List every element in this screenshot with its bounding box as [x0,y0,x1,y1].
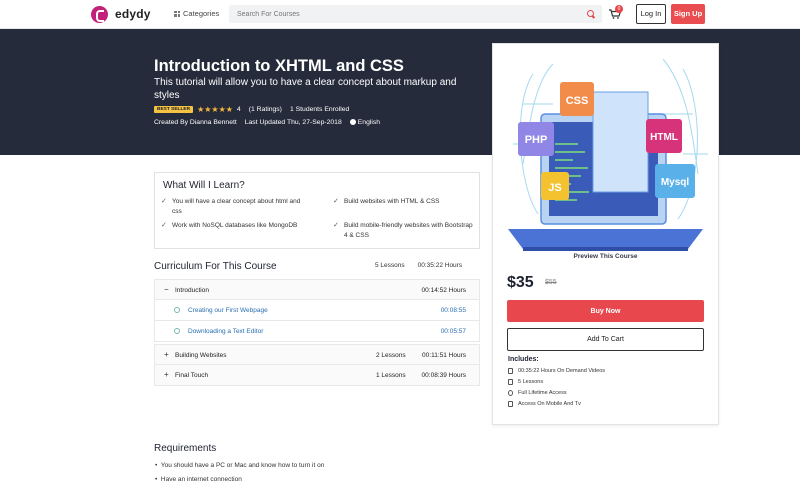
lecture-circle-icon [174,328,180,334]
css-tag: CSS [566,95,589,107]
section-name: Final Touch [175,372,209,379]
section-name: Building Websites [175,352,227,359]
section-lessons: 1 Lessons [376,372,406,379]
collapse-icon[interactable]: − [164,286,169,294]
section-row-final-touch[interactable]: + Final Touch 1 Lessons 00:08:39 Hours [154,365,480,386]
expand-icon[interactable]: + [164,371,169,379]
curriculum-table: − Introduction 00:14:52 Hours Creating o… [154,279,480,386]
cart-count-badge: 0 [615,5,623,13]
learn-item-text: Build websites with HTML & CSS [344,198,440,205]
curriculum-totals: 5 Lessons 00:35:22 Hours [375,262,462,269]
categories-menu[interactable]: Categories [174,9,219,18]
curriculum-title: Curriculum For This Course [154,261,277,272]
learn-item-text: Build mobile-friendly websites with Boot… [344,222,473,239]
section-time: 00:14:52 Hours [421,287,466,294]
search-input[interactable] [237,5,577,23]
includes-text: 00:35:22 Hours On Demand Videos [518,368,606,374]
grid-icon [174,10,180,17]
section-time: 00:11:51 Hours [422,352,466,359]
includes-text: Full Lifetime Access [518,390,567,396]
students-enrolled: 1 Students Enrolled [289,106,350,113]
course-info-row: Created By Dianna Bennett Last Updated T… [154,119,380,126]
requirement-item: • You should have a PC or Mac and know h… [155,462,325,469]
login-button[interactable]: Log In [636,4,666,24]
mysql-tag: Mysql [661,177,690,188]
check-icon: ✓ [161,198,167,205]
learn-item: ✓ Work with NoSQL databases like MongoDB [161,221,301,231]
brand-logo-icon[interactable] [91,6,108,23]
buy-now-button[interactable]: Buy Now [507,300,704,322]
section-time: 00:08:39 Hours [421,372,466,379]
includes-text: Access On Mobile And Tv [518,401,581,407]
add-to-cart-button[interactable]: Add To Cart [507,328,704,351]
section-row-building-websites[interactable]: + Building Websites 2 Lessons 00:11:51 H… [154,344,480,365]
speech-bubble-icon [349,119,356,125]
last-updated: Last Updated Thu, 27-Sep-2018 [244,119,342,126]
requirement-text: You should have a PC or Mac and know how… [160,462,325,469]
star-rating-icon: ★★★★★ [197,105,233,114]
search-icon[interactable] [587,10,594,17]
language: English [349,119,381,126]
includes-item: 00:35:22 Hours On Demand Videos [508,368,605,374]
lecture-time: 00:08:55 [440,307,466,314]
search-bar [229,5,602,23]
requirement-item: • Have an internet connection [155,476,242,483]
section-lessons: 2 Lessons [376,352,406,359]
best-seller-badge: BEST SELLER [154,106,194,113]
learn-item-text: Work with NoSQL databases like MongoDB [172,222,298,229]
html-tag: HTML [650,132,678,143]
total-time: 00:35:22 Hours [417,262,463,269]
course-preview-image[interactable]: CSS PHP HTML JS Mysql [493,44,718,262]
includes-title: Includes: [508,356,539,363]
created-by: Created By Dianna Bennett [154,119,237,126]
brand-name[interactable]: edydy [115,7,151,21]
includes-item: Access On Mobile And Tv [508,401,581,407]
rating-value: 4 [236,106,241,113]
current-price: $35 [507,274,534,291]
learn-item: ✓ You will have a clear concept about htm… [161,197,301,216]
language-label: English [357,119,381,126]
course-subtitle: This tutorial will allow you to have a c… [154,77,457,101]
check-icon: ✓ [161,222,167,229]
lesson-file-icon [508,379,513,385]
lecture-row[interactable]: Creating our First Webpage 00:08:55 [154,300,480,321]
lecture-name[interactable]: Creating our First Webpage [188,307,268,314]
original-price: $55 [545,279,557,286]
categories-label: Categories [183,9,220,18]
section-name: Introduction [175,287,209,294]
lifetime-access-icon [508,390,513,396]
includes-text: 5 Lessons [518,379,544,385]
signup-button[interactable]: Sign Up [671,4,705,24]
lecture-time: 00:05:57 [440,328,466,335]
ratings-count: (1 Ratings) [248,106,282,113]
course-title: Introduction to XHTML and CSS [154,57,404,75]
learn-item: ✓ Build websites with HTML & CSS [333,197,473,207]
lecture-circle-icon [174,307,180,313]
check-icon: ✓ [333,222,339,229]
preview-course-label[interactable]: Preview This Course [493,253,718,260]
what-will-i-learn-box: What Will I Learn? ✓ You will have a clea… [154,172,480,249]
video-file-icon [508,368,513,374]
includes-item: Full Lifetime Access [508,390,567,396]
includes-item: 5 Lessons [508,379,543,385]
js-tag: JS [548,182,561,194]
requirement-text: Have an internet connection [160,476,242,483]
check-icon: ✓ [333,198,339,205]
learn-item-text: You will have a clear concept about html… [172,198,301,215]
total-lessons: 5 Lessons [375,262,405,269]
mobile-icon [508,401,513,407]
lecture-name[interactable]: Downloading a Text Editor [188,328,263,335]
lecture-row[interactable]: Downloading a Text Editor 00:05:57 [154,321,480,342]
learn-title: What Will I Learn? [163,180,245,191]
section-row-introduction[interactable]: − Introduction 00:14:52 Hours [154,279,480,300]
course-rating-row: BEST SELLER ★★★★★ 4 (1 Ratings) 1 Studen… [154,105,349,114]
learn-item: ✓ Build mobile-friendly websites with Boo… [333,221,473,240]
requirements-title: Requirements [154,443,217,454]
expand-icon[interactable]: + [164,351,169,359]
php-tag: PHP [525,134,548,146]
